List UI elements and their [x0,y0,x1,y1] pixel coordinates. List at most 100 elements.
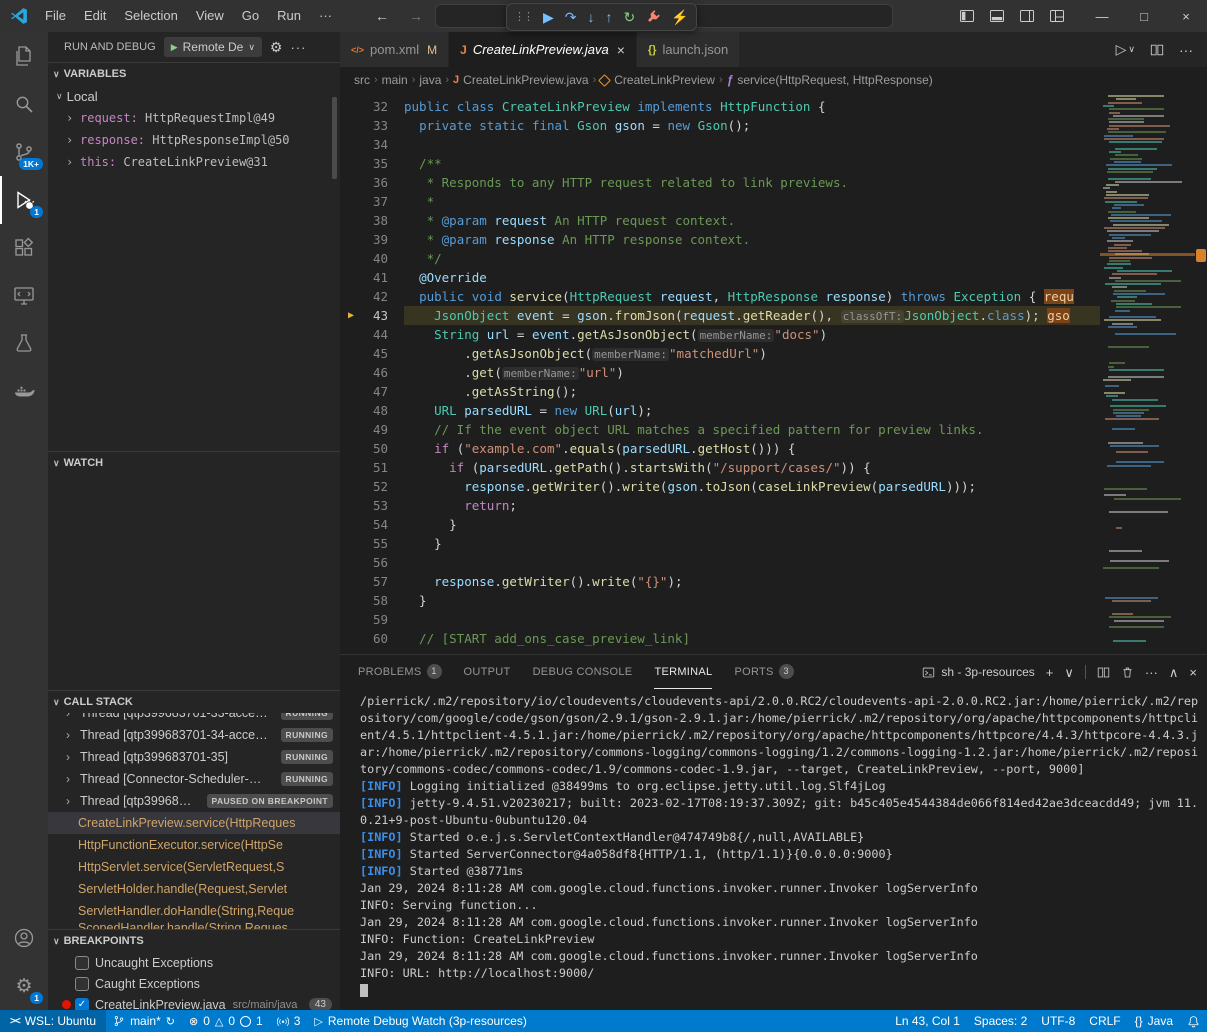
code-text[interactable]: /** [404,154,1100,173]
menu-go[interactable]: Go [233,0,268,32]
breakpoint-gutter[interactable] [340,97,362,116]
breakpoint-gutter[interactable] [340,553,362,572]
watch-section-header[interactable]: ∨ WATCH [48,452,340,474]
variable-row[interactable]: ›this: CreateLinkPreview@31 [48,151,340,173]
terminal-session-label[interactable]: sh - 3p-resources [922,665,1034,679]
kill-terminal-button[interactable] [1121,666,1134,679]
code-line[interactable]: 54 } [340,515,1100,534]
code-text[interactable]: * @param request An HTTP request context… [404,211,1100,230]
breakpoint-gutter[interactable] [340,477,362,496]
code-line[interactable]: 58 } [340,591,1100,610]
breadcrumb-java[interactable]: java [419,73,441,87]
code-line[interactable]: 42 public void service(HttpRequest reque… [340,287,1100,306]
activity-item-docker[interactable] [0,368,48,416]
line-number[interactable]: 36 [362,173,388,192]
panel-tab-terminal[interactable]: TERMINAL [654,655,712,689]
line-number[interactable]: 48 [362,401,388,420]
line-number[interactable]: 46 [362,363,388,382]
chevron-right-icon[interactable]: › [66,794,80,808]
code-text[interactable]: if ("example.com".equals(parsedURL.getHo… [404,439,1100,458]
breakpoint-gutter[interactable] [340,268,362,287]
menu-more-icon[interactable]: ··· [310,0,341,32]
step-over-button[interactable]: ↷ [565,10,577,24]
breakpoint-gutter[interactable] [340,363,362,382]
line-number[interactable]: 32 [362,97,388,116]
activity-item-source-control[interactable]: 1K+ [0,128,48,176]
chevron-right-icon[interactable]: › [66,750,80,764]
breakpoint-gutter[interactable] [340,249,362,268]
code-text[interactable]: .get(memberName:"url") [404,363,1100,382]
line-number[interactable]: 35 [362,154,388,173]
code-text[interactable]: // [START add_ons_case_preview_link] [404,629,1100,648]
panel-tab-problems[interactable]: PROBLEMS1 [358,655,442,689]
thread-row[interactable]: ›Thread [qtp399683701-35]RUNNING [48,746,340,768]
maximize-button[interactable]: □ [1123,0,1165,32]
terminal-output[interactable]: /pierrick/.m2/repository/io/cloudevents/… [340,689,1207,1010]
thread-row[interactable]: ›Thread [qtp39968…PAUSED ON BREAKPOINT [48,790,340,812]
code-line[interactable]: ▶43 JsonObject event = gson.fromJson(req… [340,306,1100,325]
language-indicator[interactable]: {}Java [1128,1010,1180,1032]
breakpoint-checkbox[interactable] [75,977,89,991]
code-line[interactable]: 49 // If the event object URL matches a … [340,420,1100,439]
code-text[interactable] [404,610,1100,629]
panel-more-actions-icon[interactable]: ··· [1145,666,1158,679]
stack-frame-row[interactable]: CreateLinkPreview.service(HttpReques [48,812,340,834]
breakpoint-gutter[interactable] [340,534,362,553]
forward-button[interactable]: → [409,8,423,24]
stack-frame-row[interactable]: ServletHolder.handle(Request,Servlet [48,878,340,900]
line-number[interactable]: 49 [362,420,388,439]
overview-ruler[interactable] [1195,93,1207,654]
code-line[interactable]: 37 * [340,192,1100,211]
run-debug-button[interactable]: ▷∨ [1116,41,1135,58]
breakpoint-gutter[interactable] [340,344,362,363]
line-number[interactable]: 58 [362,591,388,610]
encoding-indicator[interactable]: UTF-8 [1034,1010,1082,1032]
minimap[interactable] [1100,93,1195,654]
indentation-indicator[interactable]: Spaces: 2 [967,1010,1034,1032]
code-text[interactable]: private static final Gson gson = new Gso… [404,116,1100,135]
breadcrumb-src[interactable]: src [354,73,370,87]
breadcrumb-main[interactable]: main [382,73,408,87]
maximize-panel-icon[interactable]: ∧ [1169,666,1179,679]
line-number[interactable]: 53 [362,496,388,515]
sidebar-scrollbar[interactable] [332,97,337,179]
variable-row[interactable]: ›response: HttpResponseImpl@50 [48,129,340,151]
breakpoint-gutter[interactable] [340,515,362,534]
code-line[interactable]: 55 } [340,534,1100,553]
breakpoint-gutter[interactable] [340,439,362,458]
code-line[interactable]: 52 response.getWriter().write(gson.toJso… [340,477,1100,496]
line-number[interactable]: 52 [362,477,388,496]
breakpoint-gutter[interactable] [340,591,362,610]
code-line[interactable]: 57 response.getWriter().write("{}"); [340,572,1100,591]
breakpoint-gutter[interactable] [340,629,362,648]
variables-section-header[interactable]: ∨ VARIABLES [48,63,340,85]
code-line[interactable]: 53 return; [340,496,1100,515]
code-line[interactable]: 59 [340,610,1100,629]
code-text[interactable]: * @param response An HTTP response conte… [404,230,1100,249]
menu-view[interactable]: View [187,0,233,32]
code-editor[interactable]: 32public class CreateLinkPreview impleme… [340,93,1207,654]
close-panel-icon[interactable]: × [1189,666,1197,679]
close-button[interactable]: × [1165,0,1207,32]
breakpoint-gutter[interactable] [340,572,362,591]
code-line[interactable]: 36 * Responds to any HTTP request relate… [340,173,1100,192]
code-text[interactable]: response.getWriter().write(gson.toJson(c… [404,477,1100,496]
menu-edit[interactable]: Edit [75,0,115,32]
hot-code-replace-button[interactable]: ⚡ [671,10,688,24]
drag-handle-icon[interactable]: ⋮⋮ [514,12,532,23]
panel-tab-ports[interactable]: PORTS3 [734,655,793,689]
breakpoint-gutter[interactable] [340,192,362,211]
code-text[interactable]: .getAsString(); [404,382,1100,401]
menu-file[interactable]: File [36,0,75,32]
thread-row[interactable]: ›Thread [qtp399683701-33-acce…RUNNING [48,713,340,724]
code-line[interactable]: 41 @Override [340,268,1100,287]
remote-indicator[interactable]: >< WSL: Ubuntu [0,1010,106,1032]
ports-indicator[interactable]: 3 [270,1010,308,1032]
activity-item-extensions[interactable] [0,224,48,272]
code-text[interactable]: } [404,534,1100,553]
branch-indicator[interactable]: main* ↻ [106,1010,182,1032]
chevron-right-icon[interactable]: › [66,133,80,147]
breadcrumb-class[interactable]: CreateLinkPreview [600,73,715,87]
line-number[interactable]: 47 [362,382,388,401]
breakpoint-gutter[interactable] [340,287,362,306]
